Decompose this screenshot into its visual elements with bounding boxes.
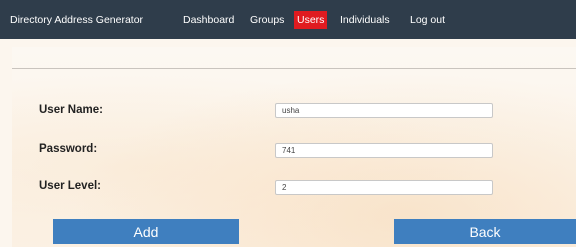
back-button[interactable]: Back: [394, 219, 576, 244]
add-button[interactable]: Add: [53, 219, 239, 244]
header-divider: [12, 68, 576, 69]
nav-users[interactable]: Users: [294, 11, 328, 29]
nav-individuals[interactable]: Individuals: [340, 11, 390, 29]
nav-groups[interactable]: Groups: [250, 11, 284, 29]
nav-dashboard[interactable]: Dashboard: [183, 11, 234, 29]
username-field[interactable]: [275, 103, 493, 118]
user-level-field[interactable]: [275, 180, 493, 195]
password-field[interactable]: [275, 143, 493, 158]
password-label: Password:: [39, 143, 98, 155]
nav-logout[interactable]: Log out: [410, 11, 445, 29]
username-label: User Name:: [39, 104, 103, 116]
top-navbar: Directory Address Generator Dashboard Gr…: [0, 0, 576, 39]
brand-link[interactable]: Directory Address Generator: [10, 11, 143, 29]
user-level-label: User Level:: [39, 180, 102, 192]
